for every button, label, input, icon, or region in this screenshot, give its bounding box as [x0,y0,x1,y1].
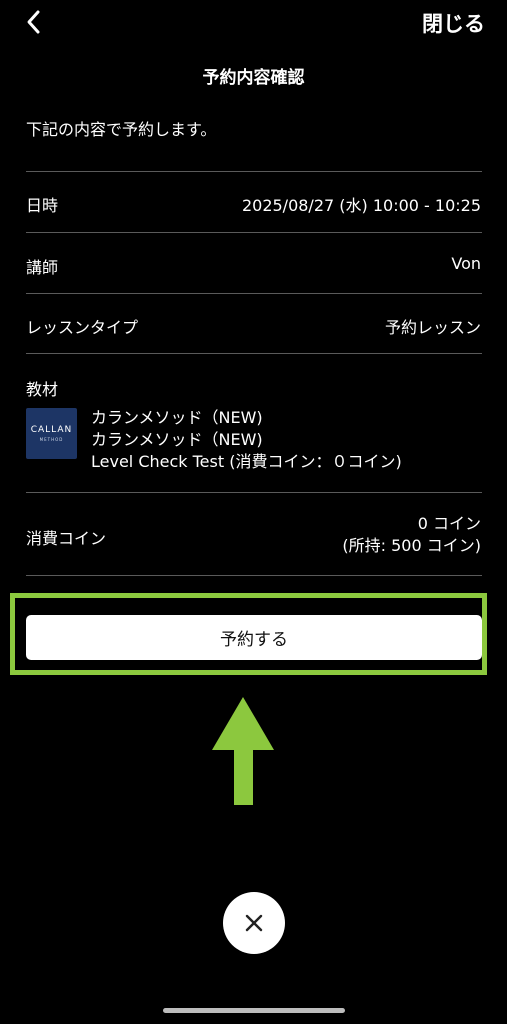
intro-text: 下記の内容で予約します。 [26,120,217,139]
material-item: カランメソッド（NEW) [91,408,263,427]
lesson-type-label: レッスンタイプ [26,318,139,337]
logo-text: CALLAN [30,425,73,435]
divider [26,575,482,576]
chevron-left-icon [27,10,40,34]
material-label: 教材 [26,380,59,399]
logo-subtext: METHOD [39,437,64,442]
material-list: カランメソッド（NEW) カランメソッド（NEW) Level Check Te… [91,407,402,473]
datetime-value: 2025/08/27 (水) 10:00 - 10:25 [241,196,481,215]
coins-label: 消費コイン [26,529,107,548]
divider [26,353,482,354]
close-link[interactable]: 閉じる [422,8,485,38]
divider [26,171,482,172]
material-item: Level Check Test (消費コイン：０コイン) [91,452,402,471]
teacher-label: 講師 [26,258,59,277]
home-indicator [163,1008,345,1013]
material-item: カランメソッド（NEW) [91,430,263,449]
teacher-value: Von [451,254,481,273]
close-icon [245,914,263,932]
lesson-type-value: 予約レッスン [384,318,481,337]
callan-method-logo: CALLAN METHOD [26,408,77,459]
coin-balance: (所持: 500 コイン) [342,536,481,555]
back-button[interactable] [20,6,50,38]
coin-cost: 0 コイン [417,514,481,533]
reserve-button[interactable]: 予約する [26,615,482,660]
top-bar: 閉じる [0,0,507,44]
datetime-label: 日時 [26,196,59,215]
page-title: 予約内容確認 [202,68,305,88]
arrow-up-icon [212,697,274,805]
divider [26,293,482,294]
divider [26,232,482,233]
coins-value: 0 コイン (所持: 500 コイン) [342,513,481,557]
divider [26,492,482,493]
dismiss-button[interactable] [223,892,285,954]
